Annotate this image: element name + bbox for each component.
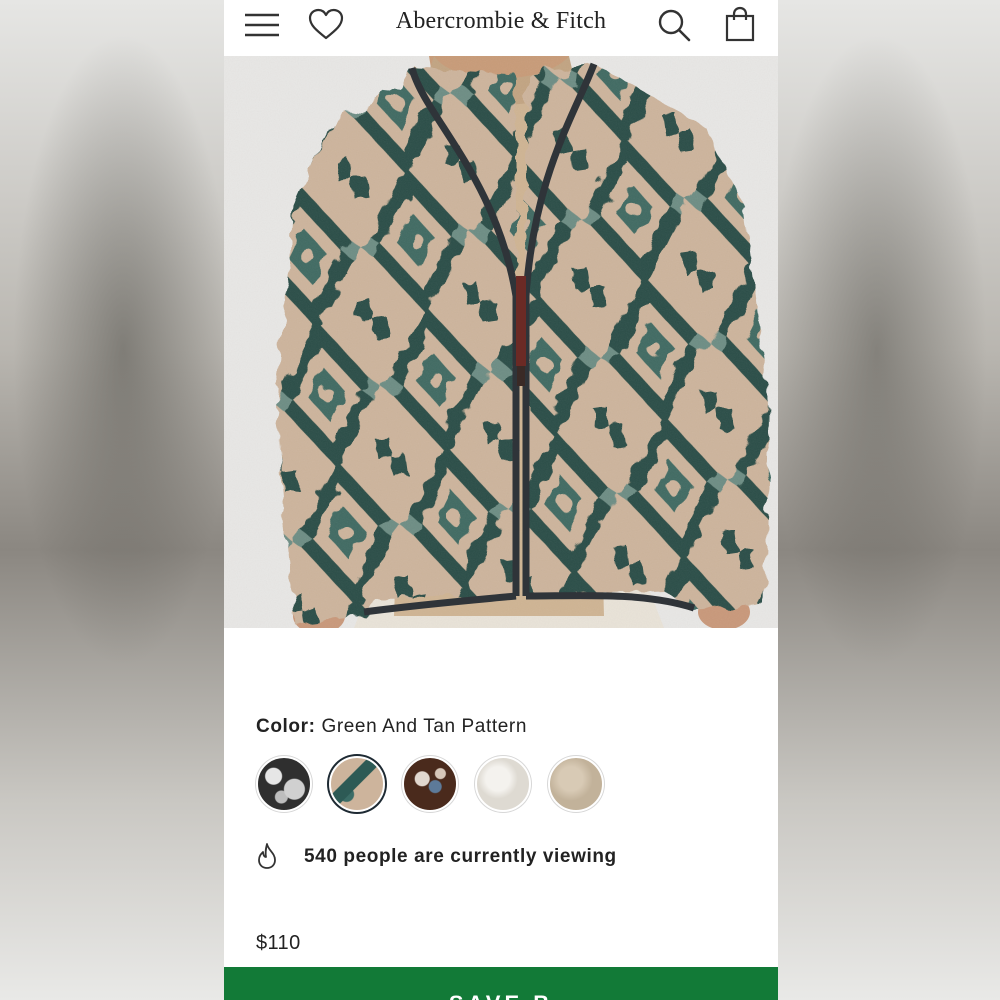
background-right <box>776 0 1000 1000</box>
product-image[interactable] <box>224 56 778 628</box>
color-selection-label: Color: Green And Tan Pattern <box>256 716 527 738</box>
swatch-tan[interactable] <box>548 756 604 812</box>
swatch-black-pattern[interactable] <box>256 756 312 812</box>
menu-icon[interactable] <box>244 11 280 41</box>
swatch-cream[interactable] <box>475 756 531 812</box>
product-price: $110 <box>256 932 301 954</box>
save-button[interactable]: SAVE B <box>224 967 778 1000</box>
flame-icon <box>256 842 278 870</box>
brand-logo[interactable]: Abercrombie & Fitch <box>384 8 618 35</box>
background-left <box>0 0 224 1000</box>
swatch-brown-pattern[interactable] <box>402 756 458 812</box>
shopping-bag-icon[interactable] <box>724 6 756 42</box>
site-header: Abercrombie & Fitch <box>224 0 778 56</box>
phone-screen: Abercrombie & Fitch Color: Green And Tan… <box>224 0 778 1000</box>
heart-icon[interactable] <box>308 8 344 42</box>
save-button-label: SAVE B <box>224 991 778 1000</box>
color-label: Color: <box>256 716 316 737</box>
color-value: Green And Tan Pattern <box>321 716 527 737</box>
swatch-green-and-tan-pattern[interactable] <box>329 756 385 812</box>
viewing-count-text: 540 people are currently viewing <box>304 846 617 867</box>
search-icon[interactable] <box>656 7 692 43</box>
